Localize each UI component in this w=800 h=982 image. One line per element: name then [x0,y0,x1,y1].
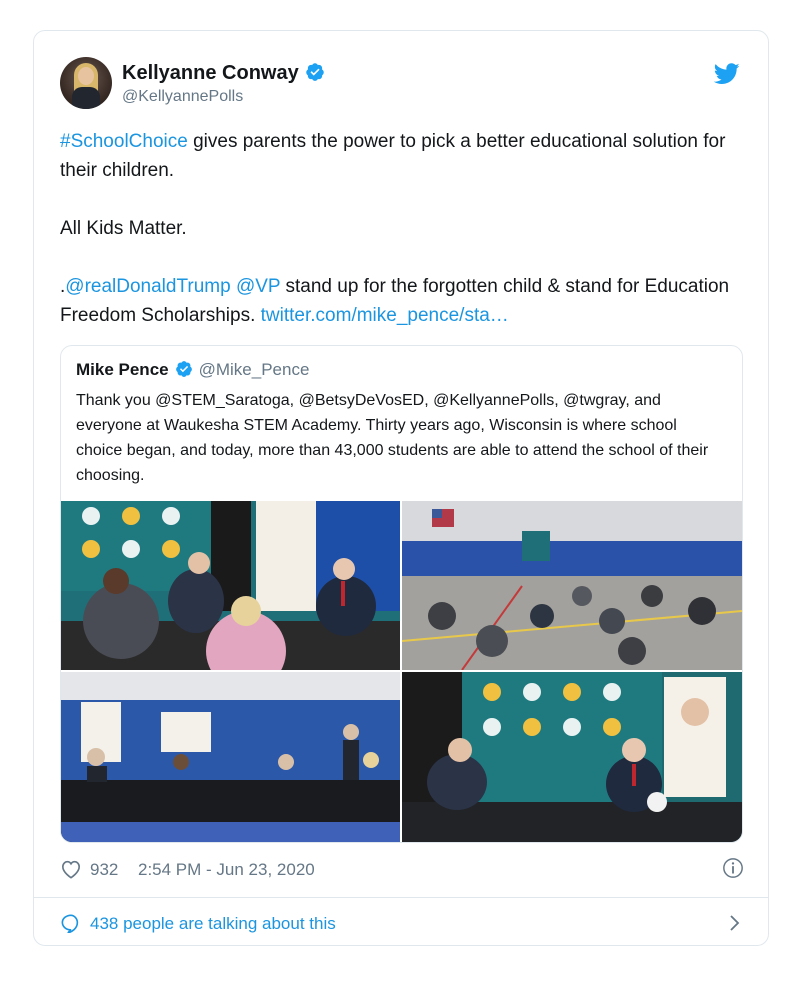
speech-bubble-icon [61,914,79,933]
quoted-author-handle[interactable]: @Mike_Pence [199,360,310,379]
author-handle[interactable]: @KellyannePolls [122,88,243,106]
heart-icon[interactable] [60,859,82,879]
tweet-footer: 932 2:54 PM - Jun 23, 2020 [60,857,744,883]
photo-panel-table[interactable] [402,672,742,842]
tweet-timestamp[interactable]: 2:54 PM - Jun 23, 2020 [138,860,315,880]
conversation-link[interactable]: 438 people are talking about this [60,909,744,937]
hashtag-link[interactable]: #SchoolChoice [60,131,188,152]
tweet-text: #SchoolChoice gives parents the power to… [60,127,750,330]
like-count[interactable]: 932 [90,860,118,880]
mention-link[interactable]: @realDonaldTrump [65,276,230,297]
tweet-paragraph-3: .@realDonaldTrump @VP stand up for the f… [60,272,750,330]
chevron-right-icon[interactable] [728,914,742,932]
quoted-author-name[interactable]: Mike Pence [76,360,169,379]
author-name-text[interactable]: Kellyanne Conway [122,62,299,84]
photo-gym-audience[interactable] [402,501,742,670]
quoted-tweet-text: Thank you @STEM_Saratoga, @BetsyDeVosED,… [76,392,709,484]
quoted-tweet-header: Mike Pence @Mike_Pence [76,360,309,380]
verified-badge-icon [305,63,324,81]
verified-badge-icon [175,361,192,377]
conversation-text[interactable]: 438 people are talking about this [90,914,336,934]
avatar-body [72,87,100,109]
photo-illustration [61,672,400,842]
author-name[interactable]: Kellyanne Conway [122,62,325,85]
avatar-face [78,67,94,85]
photo-illustration [402,672,742,842]
photo-wide-room[interactable] [61,672,400,842]
author-avatar[interactable] [60,57,112,109]
mention-link[interactable]: @VP [236,276,280,297]
tweet-paragraph-1: #SchoolChoice gives parents the power to… [60,127,750,185]
photo-illustration [402,501,742,670]
photo-grid [61,501,742,842]
tweet-card[interactable]: Kellyanne Conway @KellyannePolls #School… [33,30,769,946]
tweet-paragraph-2: All Kids Matter. [60,218,187,239]
quoted-tweet[interactable]: Mike Pence @Mike_Pence Thank you @STEM_S… [60,345,743,843]
twitter-bird-icon[interactable] [714,63,740,85]
photo-roundtable-1[interactable] [61,501,400,670]
photo-illustration [61,501,400,670]
url-link[interactable]: twitter.com/mike_pence/sta… [261,305,509,326]
divider [34,897,768,898]
info-icon[interactable] [722,857,744,879]
